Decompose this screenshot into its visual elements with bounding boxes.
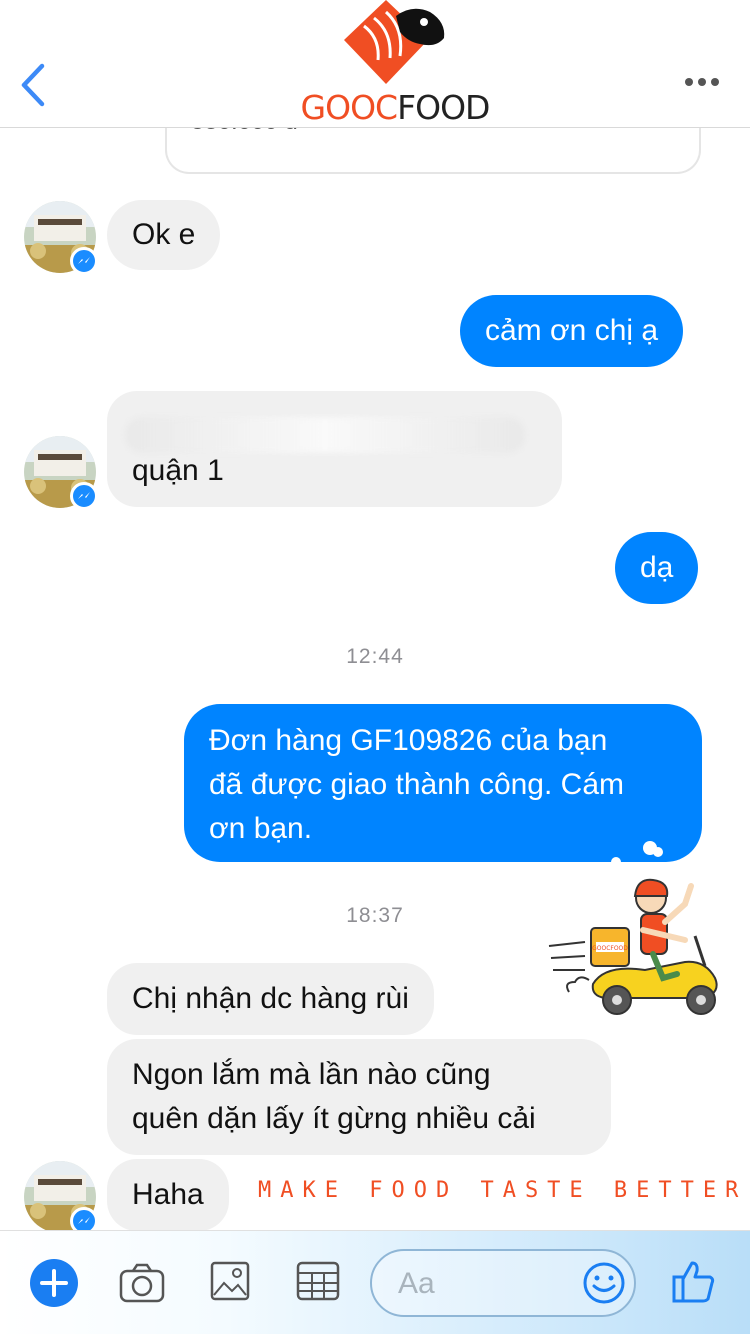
message-line: Ngon lắm mà lần nào cũng: [132, 1058, 491, 1091]
messenger-badge: [70, 482, 98, 510]
delivered-sparkle-icon: [611, 841, 663, 867]
message-bubble-incoming[interactable]: Ngon lắm mà lần nào cũng quên dặn lấy ít…: [107, 1039, 611, 1155]
message-bubble-outgoing[interactable]: dạ: [615, 532, 699, 604]
redacted-text: [125, 417, 525, 453]
brand-wordmark-part2: FOOD: [397, 88, 490, 127]
thumbs-up-icon: [672, 1261, 715, 1303]
timestamp: 12:44: [346, 645, 404, 668]
plus-icon: [30, 1259, 78, 1307]
brand-logo: GOOCFOOD: [300, 0, 490, 128]
message-line: đã được giao thành công. Cám: [209, 768, 625, 801]
avatar[interactable]: [24, 436, 98, 510]
delivery-scooter-sticker: GOOCFOOD: [548, 878, 718, 1015]
brand-wordmark-part1: GOOC: [300, 88, 399, 127]
message-text: cảm ơn chị ạ: [485, 314, 659, 347]
back-button[interactable]: [14, 60, 54, 110]
chat-header: GOOCFOOD: [0, 0, 750, 128]
sticker-box-label: GOOCFOOD: [592, 945, 628, 952]
message-bubble-incoming[interactable]: Ok e: [107, 200, 221, 270]
message-bubble-outgoing[interactable]: cảm ơn chị ạ: [460, 295, 684, 367]
messenger-icon: [78, 1217, 90, 1224]
add-button[interactable]: [30, 1259, 78, 1307]
order-price: 530.000 đ: [191, 128, 298, 136]
like-button[interactable]: [670, 1257, 718, 1305]
message-text: Chị nhận dc hàng rùi: [132, 982, 409, 1015]
avatar[interactable]: [24, 201, 98, 275]
camera-button[interactable]: [118, 1259, 166, 1307]
more-options-button[interactable]: [684, 72, 724, 92]
message-bubble-incoming[interactable]: Haha: [107, 1159, 229, 1230]
message-input[interactable]: [398, 1263, 568, 1305]
avatar[interactable]: [24, 1161, 98, 1230]
message-composer: [0, 1230, 750, 1334]
emoji-button[interactable]: [582, 1261, 626, 1305]
messenger-icon: [78, 257, 90, 264]
message-text: Haha: [132, 1178, 204, 1211]
brand-wordmark: GOOCFOOD: [300, 88, 491, 127]
brand-tagline: MAKE FOOD TASTE BETTER: [258, 1178, 748, 1203]
camera-icon: [119, 1263, 165, 1303]
message-list[interactable]: 530.000 đ Ok e cảm ơn chị ạ quận 1: [0, 128, 750, 1230]
message-bubble-incoming[interactable]: Chị nhận dc hàng rùi: [107, 963, 434, 1035]
fish-logo-icon: [344, 0, 445, 84]
message-bubble-outgoing[interactable]: Đơn hàng GF109826 của bạn đã được giao t…: [184, 704, 702, 867]
gif-button[interactable]: [296, 1259, 340, 1303]
emoji-icon: [583, 1262, 625, 1304]
message-text: Ok e: [132, 218, 196, 251]
message-input-container[interactable]: [370, 1249, 636, 1317]
image-icon: [210, 1261, 250, 1301]
messenger-badge: [70, 247, 98, 275]
photo-button[interactable]: [210, 1259, 250, 1303]
messenger-badge: [70, 1207, 98, 1230]
message-text: dạ: [640, 551, 674, 584]
message-line: Đơn hàng GF109826 của bạn: [209, 724, 608, 757]
message-bubble-incoming[interactable]: quận 1: [107, 391, 562, 507]
order-card[interactable]: 530.000 đ: [165, 128, 701, 174]
message-text: quận 1: [132, 454, 224, 487]
message-line: quên dặn lấy ít gừng nhiều cải: [132, 1102, 536, 1135]
gif-icon: [296, 1261, 340, 1301]
more-horizontal-icon: [685, 78, 719, 86]
messenger-icon: [78, 492, 90, 499]
chevron-left-icon: [21, 63, 45, 107]
